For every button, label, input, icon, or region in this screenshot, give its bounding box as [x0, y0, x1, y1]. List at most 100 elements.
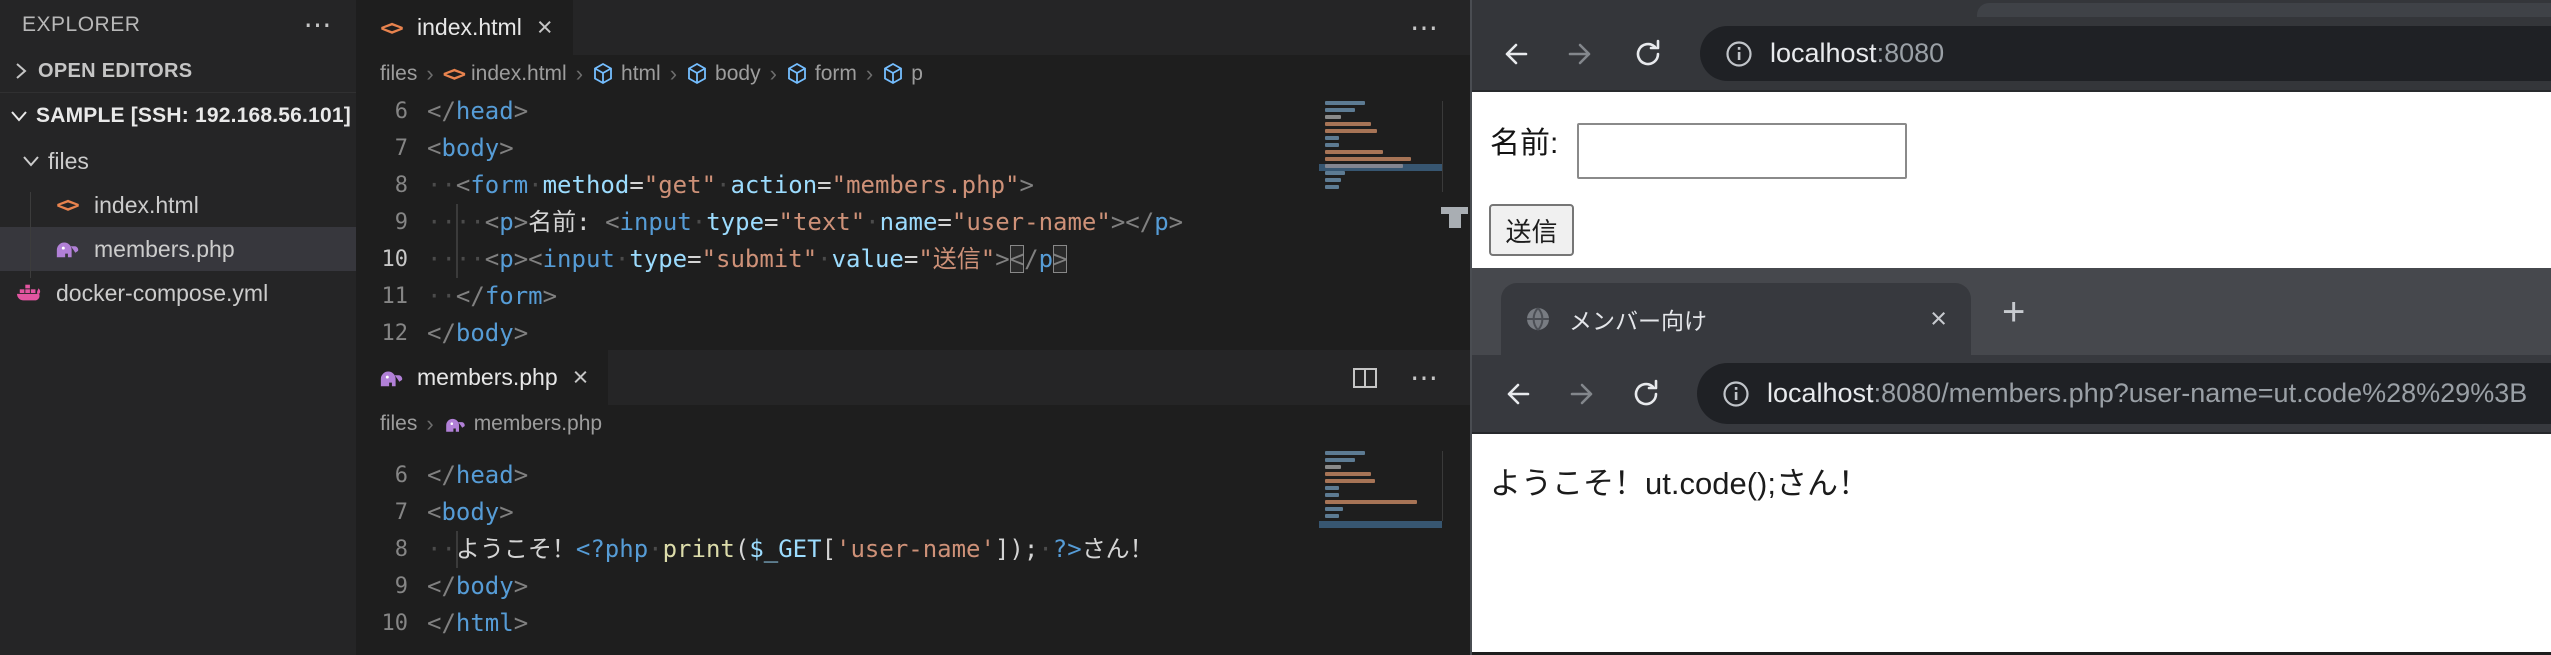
code-editor-members-php[interactable]: 6</head>7<body>8··ようこそ！<?php·print($_GET…	[356, 443, 1470, 655]
breadcrumb-label: files	[380, 412, 417, 436]
workspace-section[interactable]: SAMPLE [SSH: 192.168.56.101]	[0, 92, 356, 139]
submit-button[interactable]: 送信	[1489, 204, 1574, 256]
browser2-page: ようこそ！ut.code();さん！	[1472, 434, 2551, 652]
tree-indent-guide	[30, 192, 31, 278]
browser1-active-tab[interactable]	[1977, 3, 2551, 17]
code-line[interactable]: 9</body>	[356, 568, 1470, 605]
html-file-icon: <>	[52, 191, 82, 219]
scrollbar-handle[interactable]	[1441, 207, 1468, 214]
back-icon[interactable]	[1496, 36, 1532, 72]
breadcrumb-separator: ›	[426, 411, 433, 437]
split-editor-icon[interactable]	[1350, 363, 1380, 393]
open-editors-section[interactable]: OPEN EDITORS	[0, 50, 356, 92]
code-line[interactable]: 11··</form>	[356, 278, 1470, 315]
welcome-text: ようこそ！ut.code();さん！	[1490, 458, 1869, 503]
file-label: docker-compose.yml	[56, 280, 268, 307]
breadcrumb-item[interactable]: files	[380, 412, 417, 436]
code-line[interactable]: 6</head>	[356, 93, 1470, 130]
explorer-title: EXPLORER	[22, 13, 140, 37]
code-line[interactable]: 9····<p>名前: <input·type="text"·name="use…	[356, 204, 1470, 241]
breadcrumb-label: p	[911, 62, 923, 86]
breadcrumb-label: members.php	[474, 412, 602, 436]
code-line[interactable]: 10</html>	[356, 605, 1470, 642]
code-line[interactable]: 8··ようこそ！<?php·print($_GET['user-name']);…	[356, 531, 1470, 568]
breadcrumb-label: form	[815, 62, 857, 86]
breadcrumb-item[interactable]: form	[786, 62, 857, 86]
close-icon[interactable]: ×	[1930, 305, 1947, 334]
code-line[interactable]: 7<body>	[356, 130, 1470, 167]
tab-label: index.html	[417, 14, 522, 41]
explorer-more-icon[interactable]: ⋯	[304, 11, 333, 39]
breadcrumb: files › members.php	[356, 405, 1470, 443]
close-icon[interactable]: ×	[573, 364, 589, 391]
line-number: 7	[356, 130, 408, 167]
workspace-label: SAMPLE [SSH: 192.168.56.101]	[36, 104, 351, 128]
breadcrumb-label: files	[380, 62, 417, 86]
php-elephant-icon	[443, 414, 467, 435]
line-number: 9	[356, 204, 408, 241]
editor-group-index-html: <> index.html × ⋯ files›<>index.html›htm…	[356, 0, 1470, 350]
code-editor-index-html[interactable]: 6</head>7<body>8··<form·method="get"·act…	[356, 93, 1470, 350]
url-path: :8080/members.php?user-name=ut.code%28%2…	[1874, 378, 2528, 408]
breadcrumb-separator: ›	[670, 61, 677, 87]
browser1-tab-strip	[1472, 0, 2551, 17]
sidebar-item-files[interactable]: files	[0, 139, 356, 183]
line-number: 6	[356, 457, 408, 494]
browser1-address-bar[interactable]: localhost:8080	[1700, 26, 2551, 81]
sidebar-item-docker-compose[interactable]: docker-compose.yml	[0, 271, 356, 315]
breadcrumb-item[interactable]: html	[592, 62, 661, 86]
symbol-cube-icon	[686, 62, 708, 86]
tab-members-php[interactable]: members.php ×	[356, 350, 608, 405]
info-icon[interactable]	[1722, 37, 1756, 71]
browser1-page: 名前: 送信	[1472, 92, 2551, 268]
more-actions-icon[interactable]: ⋯	[1410, 14, 1438, 42]
indent-guide	[456, 204, 458, 278]
breadcrumb-item[interactable]: members.php	[443, 412, 602, 436]
breadcrumb-label: body	[715, 62, 761, 86]
editor-group-members-php: members.php × ⋯ files › members.php 6</hea…	[356, 350, 1470, 655]
browser1-toolbar: localhost:8080	[1472, 17, 2551, 92]
tab-bar: members.php × ⋯	[356, 350, 1470, 405]
url-host: localhost	[1770, 38, 1877, 68]
sidebar-item-index-html[interactable]: <> index.html	[0, 183, 356, 227]
docker-whale-icon	[14, 279, 44, 307]
info-icon[interactable]	[1719, 377, 1753, 411]
line-content: </html>	[408, 605, 528, 642]
code-line[interactable]: 10····<p><input·type="submit"·value="送信"…	[356, 241, 1470, 278]
sidebar-item-members-php[interactable]: members.php	[0, 227, 356, 271]
line-content: </body>	[408, 315, 528, 350]
tab-title: メンバー向け	[1569, 302, 1930, 336]
new-tab-icon[interactable]: +	[2002, 292, 2025, 332]
line-content: ····<p>名前: <input·type="text"·name="user…	[408, 204, 1183, 241]
forward-icon[interactable]	[1564, 36, 1600, 72]
minimap[interactable]	[1325, 101, 1443, 192]
breadcrumb-item[interactable]: files	[380, 62, 417, 86]
breadcrumb-item[interactable]: <>index.html	[443, 62, 567, 86]
browser2-active-tab[interactable]: メンバー向け ×	[1501, 283, 1971, 355]
scrollbar-handle-stem[interactable]	[1449, 214, 1461, 228]
code-line[interactable]: 7<body>	[356, 494, 1470, 531]
name-input[interactable]	[1577, 123, 1907, 179]
close-icon[interactable]: ×	[537, 14, 553, 41]
line-content: ··ようこそ！<?php·print($_GET['user-name']);·…	[408, 531, 1154, 568]
breadcrumb-item[interactable]: body	[686, 62, 761, 86]
more-actions-icon[interactable]: ⋯	[1410, 364, 1438, 392]
reload-icon[interactable]	[1628, 376, 1664, 412]
code-line[interactable]: 6</head>	[356, 457, 1470, 494]
tab-index-html[interactable]: <> index.html ×	[356, 0, 573, 55]
breadcrumb-separator: ›	[426, 61, 433, 87]
code-line[interactable]: 8··<form·method="get"·action="members.ph…	[356, 167, 1470, 204]
minimap[interactable]	[1325, 451, 1443, 521]
line-content: <body>	[408, 130, 514, 167]
browser1-url: localhost:8080	[1770, 38, 1944, 69]
browser2-address-bar[interactable]: localhost:8080/members.php?user-name=ut.…	[1697, 363, 2551, 424]
code-line[interactable]: 12</body>	[356, 315, 1470, 350]
reload-icon[interactable]	[1630, 36, 1666, 72]
html-file-icon: <>	[376, 14, 406, 42]
breadcrumb-item[interactable]: p	[882, 62, 923, 86]
forward-icon[interactable]	[1566, 376, 1602, 412]
explorer-header: EXPLORER ⋯	[0, 0, 356, 50]
back-icon[interactable]	[1498, 376, 1534, 412]
line-content: ··</form>	[408, 278, 557, 315]
line-number: 11	[356, 278, 408, 315]
